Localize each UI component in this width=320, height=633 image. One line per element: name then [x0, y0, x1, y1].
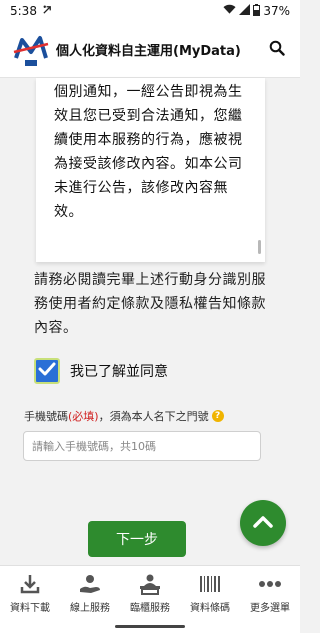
nav-label: 線上服務	[70, 602, 110, 614]
phone-label-suffix: ，須為本人名下之門號	[98, 410, 209, 423]
checkmark-icon	[38, 361, 56, 381]
nav-item-online-service[interactable]: 線上服務	[60, 566, 120, 620]
phone-label: 手機號碼 (必填) ，須為本人名下之門號 ?	[24, 408, 274, 424]
barcode-icon	[198, 573, 222, 595]
counter-service-icon	[138, 573, 162, 595]
battery-level: 37%	[263, 4, 290, 18]
download-icon	[18, 573, 42, 595]
help-icon[interactable]: ?	[211, 410, 224, 422]
app-title: 個人化資料自主運用(MyData)	[56, 44, 241, 59]
nav-item-more[interactable]: 更多選單	[240, 566, 300, 620]
battery-icon	[253, 3, 261, 19]
terms-box[interactable]: 個別通知，一經公告即視為生效且您已受到合法通知，您繼續使用本服務的行為，應被視為…	[36, 78, 265, 262]
call-forward-icon	[42, 4, 53, 18]
nav-label: 資料條碼	[190, 602, 230, 614]
hand-service-icon	[78, 573, 102, 595]
nav-label: 資料下載	[10, 602, 50, 614]
chevron-up-icon	[252, 514, 274, 533]
home-gesture-pill[interactable]	[115, 625, 185, 628]
mydata-logo	[12, 32, 50, 68]
status-left: 5:38	[10, 4, 53, 18]
signal-icon	[239, 4, 251, 18]
nav-label: 更多選單	[250, 602, 290, 614]
phone-input[interactable]	[23, 431, 261, 461]
back-to-top-button[interactable]	[240, 500, 286, 546]
phone-label-prefix: 手機號碼	[24, 410, 68, 423]
required-marker: (必填)	[68, 410, 99, 423]
app-header: 個人化資料自主運用(MyData)	[0, 22, 300, 78]
terms-scrollbar[interactable]	[258, 240, 261, 254]
next-button[interactable]: 下一步	[88, 521, 186, 557]
nav-item-download[interactable]: 資料下載	[0, 566, 60, 620]
search-icon	[269, 40, 285, 60]
wifi-icon	[223, 4, 236, 18]
agree-label[interactable]: 我已了解並同意	[70, 361, 168, 381]
terms-text: 個別通知，一經公告即視為生效且您已受到合法通知，您繼續使用本服務的行為，應被視為…	[54, 84, 243, 220]
system-nav-bar	[0, 620, 300, 633]
nav-label: 臨櫃服務	[130, 602, 170, 614]
nav-item-counter-service[interactable]: 臨櫃服務	[120, 566, 180, 620]
bottom-nav: 資料下載 線上服務 臨櫃服務 資料條碼 更多選單	[0, 565, 300, 620]
status-right: 37%	[223, 3, 290, 19]
agree-row[interactable]: 我已了解並同意	[34, 356, 168, 386]
agree-checkbox[interactable]	[34, 358, 60, 384]
nav-item-barcode[interactable]: 資料條碼	[180, 566, 240, 620]
status-bar: 5:38 37%	[0, 0, 300, 22]
status-time: 5:38	[10, 4, 37, 18]
search-button[interactable]	[266, 39, 288, 61]
more-icon	[258, 573, 282, 595]
read-notice: 請務必閱讀完畢上述行動身分識別服務使用者約定條款及隱私權告知條款內容。	[34, 272, 266, 336]
